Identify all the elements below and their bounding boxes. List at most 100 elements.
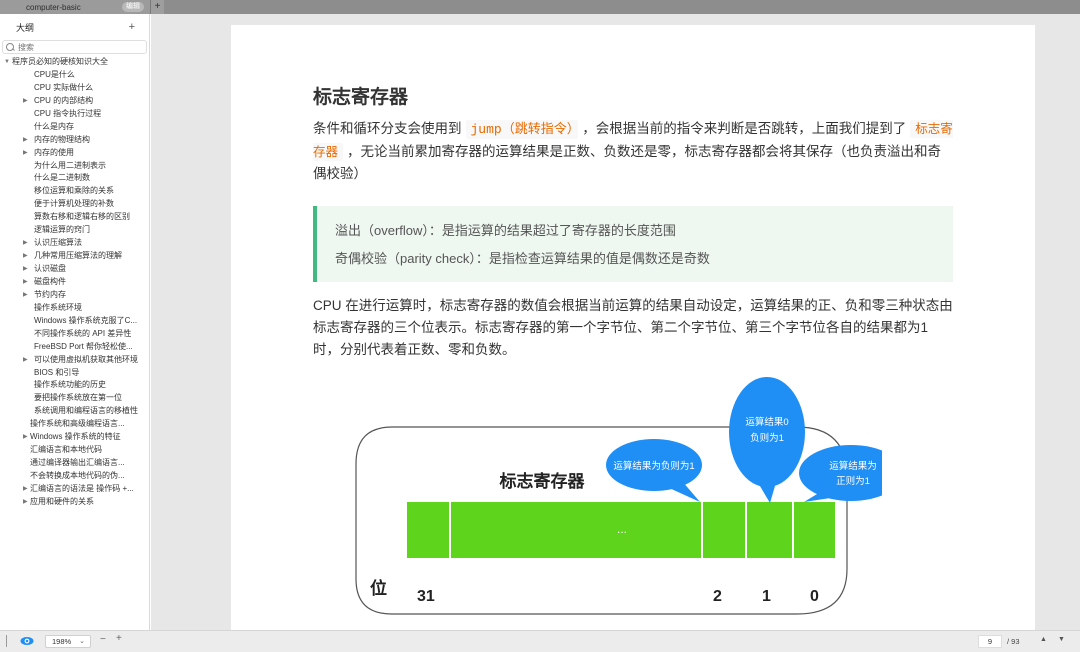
caret-right-icon[interactable]: ▶	[23, 276, 28, 289]
eye-icon[interactable]	[20, 635, 34, 647]
outline-item-label: CPU是什么	[34, 69, 75, 79]
outline-item[interactable]: CPU 指令执行过程	[0, 108, 149, 121]
bit-label-0: 0	[810, 588, 819, 605]
outline-item[interactable]: 逻辑运算的窍门	[0, 224, 149, 237]
caret-right-icon[interactable]: ▶	[23, 431, 28, 444]
outline-item[interactable]: ▶ 可以使用虚拟机获取其他环境	[0, 354, 149, 367]
outline-item[interactable]: ▶ 内存的使用	[0, 147, 149, 160]
new-tab-button[interactable]: +	[150, 0, 164, 14]
outline-item-label: 程序员必知的硬核知识大全	[12, 57, 108, 66]
inline-code: jump（跳转指令）	[465, 120, 579, 139]
chevron-down-icon: ⌄	[79, 638, 85, 645]
outline-list: ▼ 程序员必知的硬核知识大全 CPU是什么 CPU 实际做什么 ▶ CPU 的内部结构 CP…	[0, 56, 149, 509]
caret-right-icon[interactable]: ▶	[23, 289, 28, 302]
bubble-text: 负则为1	[750, 432, 784, 444]
outline-item[interactable]: ▶ 节约内存	[0, 289, 149, 302]
outline-item-label: 系统调用和编程语言的移植性	[34, 406, 138, 416]
caret-right-icon[interactable]: ▶	[23, 483, 28, 496]
outline-item-label: 汇编语言和本地代码	[30, 445, 102, 455]
outline-item[interactable]: 为什么用二进制表示	[0, 160, 149, 173]
outline-item[interactable]: 操作系统功能的历史	[0, 379, 149, 392]
outline-item[interactable]: 不会转换成本地代码的伪...	[0, 470, 149, 483]
outline-item[interactable]: 移位运算和乘除的关系	[0, 185, 149, 198]
caret-right-icon[interactable]: ▶	[23, 354, 28, 367]
outline-item-label: 操作系统环境	[34, 302, 82, 312]
outline-item[interactable]: BIOS 和引导	[0, 367, 149, 380]
bit-cell-1	[747, 502, 792, 558]
outline-item[interactable]: 操作系统和高级编程语言...	[0, 418, 149, 431]
outline-item-label: 可以使用虚拟机获取其他环境	[34, 354, 138, 364]
flag-register-diagram: 标志寄存器 ... 位 31 2 1 0 运算结果为负则为1 运算结果0 负则为…	[352, 369, 882, 619]
outline-item-label: 逻辑运算的窍门	[34, 225, 90, 235]
bubble-text: 运算结果为	[829, 460, 877, 472]
outline-item[interactable]: ▶ 几种常用压缩算法的理解	[0, 250, 149, 263]
search-input[interactable]	[18, 42, 138, 52]
search-icon	[6, 42, 15, 52]
search-box[interactable]	[2, 40, 147, 54]
outline-sidebar: 大纲 + ▼程序员必知的硬核知识大全CPU是什么CPU 实际做什么▶CPU 的内…	[0, 14, 150, 630]
sidebar-add-button[interactable]: +	[129, 21, 135, 33]
caret-right-icon[interactable]: ▶	[23, 95, 28, 108]
document-area: 标志寄存器 条件和循环分支会使用到 jump（跳转指令） ，会根据当前的指令来判断是…	[151, 14, 1080, 630]
outline-item[interactable]: 操作系统环境	[0, 302, 149, 315]
outline-item[interactable]: 算数右移和逻辑右移的区别	[0, 211, 149, 224]
outline-item[interactable]: ▶ CPU 的内部结构	[0, 95, 149, 108]
outline-item[interactable]: 系统调用和编程语言的移植性	[0, 405, 149, 418]
outline-item-label: CPU 实际做什么	[34, 82, 94, 92]
zoom-level-select[interactable]: 198% ⌄	[45, 635, 91, 648]
caret-right-icon[interactable]: ▶	[23, 263, 28, 276]
bit-cell-31	[407, 502, 449, 558]
caret-down-icon[interactable]: ▼	[4, 56, 10, 69]
outline-item[interactable]: ▶ 认识压缩算法	[0, 237, 149, 250]
caret-right-icon[interactable]: ▶	[23, 496, 28, 509]
page-total: / 93	[1007, 637, 1020, 646]
outline-item[interactable]: CPU 实际做什么	[0, 82, 149, 95]
diagram-title: 标志寄存器	[500, 471, 586, 491]
outline-item[interactable]: ▶ Windows 操作系统的特征	[0, 431, 149, 444]
outline-item[interactable]: Windows 操作系统克服了C...	[0, 315, 149, 328]
outline-item-label: 节约内存	[34, 289, 66, 299]
outline-item[interactable]: 什么是内存	[0, 121, 149, 134]
outline-item-label: Windows 操作系统克服了C...	[34, 315, 138, 325]
quote-line: 溢出（overflow）：是指运算的结果超过了寄存器的长度范围	[335, 223, 676, 238]
outline-item[interactable]: 通过编译器输出汇编语言...	[0, 457, 149, 470]
paragraph-1: 条件和循环分支会使用到 jump（跳转指令） ，会根据当前的指令来判断是否跳转，上面…	[313, 118, 953, 185]
outline-item[interactable]: 要把操作系统放在第一位	[0, 392, 149, 405]
outline-item-label: 内存的使用	[34, 147, 74, 157]
caret-right-icon[interactable]: ▶	[23, 250, 28, 263]
outline-item[interactable]: ▼ 程序员必知的硬核知识大全	[0, 56, 149, 69]
bit-cell-0	[794, 502, 835, 558]
zoom-out-button[interactable]: −	[100, 634, 106, 645]
text: 条件和循环分支会使用到	[313, 121, 462, 136]
bit-label-1: 1	[762, 588, 771, 605]
bubble-text: 运算结果0	[745, 416, 788, 428]
zoom-level-value: 198%	[52, 637, 72, 646]
page-number-input[interactable]: 9	[978, 635, 1002, 648]
outline-item-label: BIOS 和引导	[34, 367, 80, 377]
outline-item[interactable]: ▶ 磁盘构件	[0, 276, 149, 289]
outline-item-label: FreeBSD Port 帮你轻松使...	[34, 341, 133, 351]
outline-item-label: CPU 指令执行过程	[34, 108, 102, 118]
outline-item[interactable]: CPU是什么	[0, 69, 149, 82]
zoom-in-button[interactable]: +	[116, 633, 122, 644]
outline-item[interactable]: ▶ 应用和硬件的关系	[0, 496, 149, 509]
edit-badge[interactable]: 编辑	[122, 2, 144, 12]
outline-item[interactable]: FreeBSD Port 帮你轻松使...	[0, 341, 149, 354]
caret-right-icon[interactable]: ▶	[23, 237, 28, 250]
outline-item-label: 通过编译器输出汇编语言...	[30, 458, 125, 468]
outline-item[interactable]: 什么是二进制数	[0, 172, 149, 185]
outline-item[interactable]: ▶ 汇编语言的语法是 操作码 +...	[0, 483, 149, 496]
caret-right-icon[interactable]: ▶	[23, 134, 28, 147]
outline-item[interactable]: 便于计算机处理的补数	[0, 198, 149, 211]
outline-item[interactable]: ▶ 内存的物理结构	[0, 134, 149, 147]
page-down-button[interactable]: ▼	[1058, 636, 1065, 643]
outline-item[interactable]: 不同操作系统的 API 差异性	[0, 328, 149, 341]
outline-item-label: 算数右移和逻辑右移的区别	[34, 212, 130, 222]
tab-document[interactable]: computer-basic 编辑	[0, 0, 150, 14]
caret-right-icon[interactable]: ▶	[23, 147, 28, 160]
page-up-button[interactable]: ▲	[1040, 636, 1047, 643]
outline-item[interactable]: ▶ 认识磁盘	[0, 263, 149, 276]
bit-cell-2	[703, 502, 745, 558]
paragraph-2: CPU 在进行运算时，标志寄存器的数值会根据当前运算的结果自动设定，运算结果的正…	[313, 298, 953, 357]
outline-item[interactable]: 汇编语言和本地代码	[0, 444, 149, 457]
